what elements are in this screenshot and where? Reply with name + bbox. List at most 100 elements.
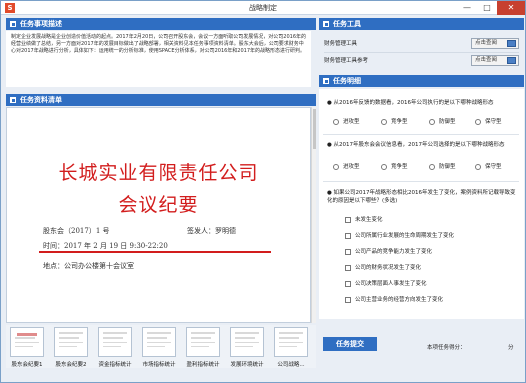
doc-issuer: 签发人：罗明德 <box>187 227 236 235</box>
thumbnail-item[interactable]: 市场指标统计 <box>140 327 178 368</box>
tool-label: 财务管理工具参考 <box>324 58 369 64</box>
tool-row: 财务管理工具 点击查阅 <box>324 38 519 50</box>
minimize-button[interactable]: — <box>457 1 477 15</box>
thumbnail-item[interactable]: 股东会纪要1 <box>8 327 46 368</box>
radio-option[interactable] <box>381 164 387 170</box>
divider <box>324 52 519 53</box>
option-label: 进攻型 <box>343 119 360 125</box>
radio-option[interactable] <box>381 119 387 125</box>
task-materials-title: 任务资料清单 <box>20 96 62 104</box>
option-label: 竞争型 <box>391 119 408 125</box>
divider <box>323 181 519 182</box>
option-label: 防御型 <box>439 164 456 170</box>
status-bar <box>1 370 525 382</box>
task-details-header: 任务明细 <box>319 75 524 87</box>
thumbnail-label: 公司战略... <box>277 362 305 368</box>
close-button[interactable]: ✕ <box>497 1 525 15</box>
option-label: 进攻型 <box>343 164 360 170</box>
thumbnail-page <box>10 327 44 357</box>
score-label: 本项任务得分： <box>427 345 466 351</box>
doc-time: 时间：2017 年 2 月 19 日 9:30-22:20 <box>43 242 168 250</box>
document-icon <box>507 40 516 47</box>
option-label: 公司决策层面人事发生了变化 <box>355 281 427 287</box>
option-label: 保守型 <box>485 119 502 125</box>
doc-number: 股东会（2017）1 号 <box>43 227 110 235</box>
task-materials-header: 任务资料清单 <box>6 94 316 106</box>
option-label: 竞争型 <box>391 164 408 170</box>
thumbnail-item[interactable]: 股东会纪要2 <box>52 327 90 368</box>
checkbox-option[interactable] <box>345 217 351 223</box>
radio-option[interactable] <box>429 119 435 125</box>
task-tools-header: 任务工具 <box>319 18 524 30</box>
task-desc-title: 任务事项描述 <box>20 20 62 28</box>
title-bar: S 战略制定 — □ ✕ <box>1 1 525 15</box>
tool-row: 财务管理工具参考 点击查阅 <box>324 55 519 67</box>
window-title: 战略制定 <box>249 4 277 12</box>
option-label: 未发生变化 <box>355 217 383 223</box>
thumbnail-label: 股东会纪要1 <box>11 362 43 368</box>
thumbnail-label: 股东会纪要2 <box>55 362 87 368</box>
question-text: ● 从2017年股东会会议信息看，2017年公司选择的是以下哪种战略形态 <box>327 142 505 148</box>
task-desc-text: 制定企业发展战略是企业创造价值活动的起点。2017年2月20日，公司召开股东会，… <box>6 31 311 87</box>
thumbnail-item[interactable]: 资金指标统计 <box>96 327 134 368</box>
question-text: ● 从2016年反馈的数据看，2016年公司执行的是以下哪种战略形态 <box>327 100 494 106</box>
tool-label: 财务管理工具 <box>324 41 358 47</box>
app-window: S 战略制定 — □ ✕ 任务事项描述 制定企业发展战略是企业创造价值活动的起点… <box>0 0 526 383</box>
checkbox-option[interactable] <box>345 265 351 271</box>
radio-option[interactable] <box>475 164 481 170</box>
thumbnail-item[interactable]: 公司战略... <box>272 327 310 368</box>
task-tools-title: 任务工具 <box>333 20 361 28</box>
document-scrollbar[interactable] <box>311 107 316 323</box>
question-panel: ● 从2016年反馈的数据看，2016年公司执行的是以下哪种战略形态 进攻型 竞… <box>319 89 524 319</box>
scrollbar-thumb[interactable] <box>313 109 316 149</box>
tool-button-label: 点击查阅 <box>475 40 498 46</box>
option-label: 防御型 <box>439 119 456 125</box>
thumbnail-label: 市场指标统计 <box>142 362 176 368</box>
checkbox-option[interactable] <box>345 281 351 287</box>
doc-company-name: 长城实业有限责任公司 <box>58 162 259 184</box>
thumbnail-page <box>54 327 88 357</box>
doc-type-title: 会议纪要 <box>118 194 199 216</box>
radio-option[interactable] <box>333 119 339 125</box>
thumbnail-item[interactable]: 盈利指标统计 <box>184 327 222 368</box>
option-label: 公司产品的竞争能力发生了变化 <box>355 249 433 255</box>
option-label: 公司所属行业发展的生命周期发生了变化 <box>355 233 455 239</box>
open-tool-reference-button[interactable]: 点击查阅 <box>471 55 519 66</box>
option-label: 公司主营业务的经营方向发生了变化 <box>355 297 444 303</box>
checkbox-option[interactable] <box>345 297 351 303</box>
tool-button-label: 点击查阅 <box>475 57 498 63</box>
section-icon <box>323 21 329 27</box>
open-tool-button[interactable]: 点击查阅 <box>471 38 519 49</box>
score-unit: 分 <box>508 345 514 351</box>
thumbnail-item[interactable]: 发展环境统计 <box>228 327 266 368</box>
thumbnail-page <box>274 327 308 357</box>
document-icon <box>507 57 516 64</box>
task-details-title: 任务明细 <box>333 77 361 85</box>
radio-option[interactable] <box>333 164 339 170</box>
thumbnail-label: 发展环境统计 <box>230 362 264 368</box>
section-icon <box>10 97 16 103</box>
thumbnail-page <box>230 327 264 357</box>
doc-place: 地点：公司办公楼第十会议室 <box>43 262 134 270</box>
checkbox-option[interactable] <box>345 249 351 255</box>
thumbnail-page <box>98 327 132 357</box>
question-text: ● 如果公司2017年战略形态相比2016年发生了变化，案例资料所记载导致变化的… <box>327 190 516 204</box>
task-desc-header: 任务事项描述 <box>6 18 316 30</box>
thumbnail-label: 盈利指标统计 <box>186 362 220 368</box>
thumbnail-page <box>186 327 220 357</box>
option-label: 保守型 <box>485 164 502 170</box>
section-icon <box>323 78 329 84</box>
radio-option[interactable] <box>475 119 481 125</box>
radio-option[interactable] <box>429 164 435 170</box>
section-icon <box>10 21 16 27</box>
submit-task-button[interactable]: 任务提交 <box>323 337 377 351</box>
thumbnail-strip: 股东会纪要1 股东会纪要2 资金指标统计 市场指标统计 盈利指标统计 发展环境统… <box>6 325 316 368</box>
maximize-button[interactable]: □ <box>477 1 497 15</box>
red-divider <box>39 251 271 253</box>
document-viewer[interactable]: 长城实业有限责任公司 会议纪要 股东会（2017）1 号 签发人：罗明德 时间：… <box>6 107 311 323</box>
thumbnail-label: 资金指标统计 <box>98 362 132 368</box>
thumbnail-page <box>142 327 176 357</box>
option-label: 公司的财务状况发生了变化 <box>355 265 422 271</box>
divider <box>323 134 519 135</box>
checkbox-option[interactable] <box>345 233 351 239</box>
